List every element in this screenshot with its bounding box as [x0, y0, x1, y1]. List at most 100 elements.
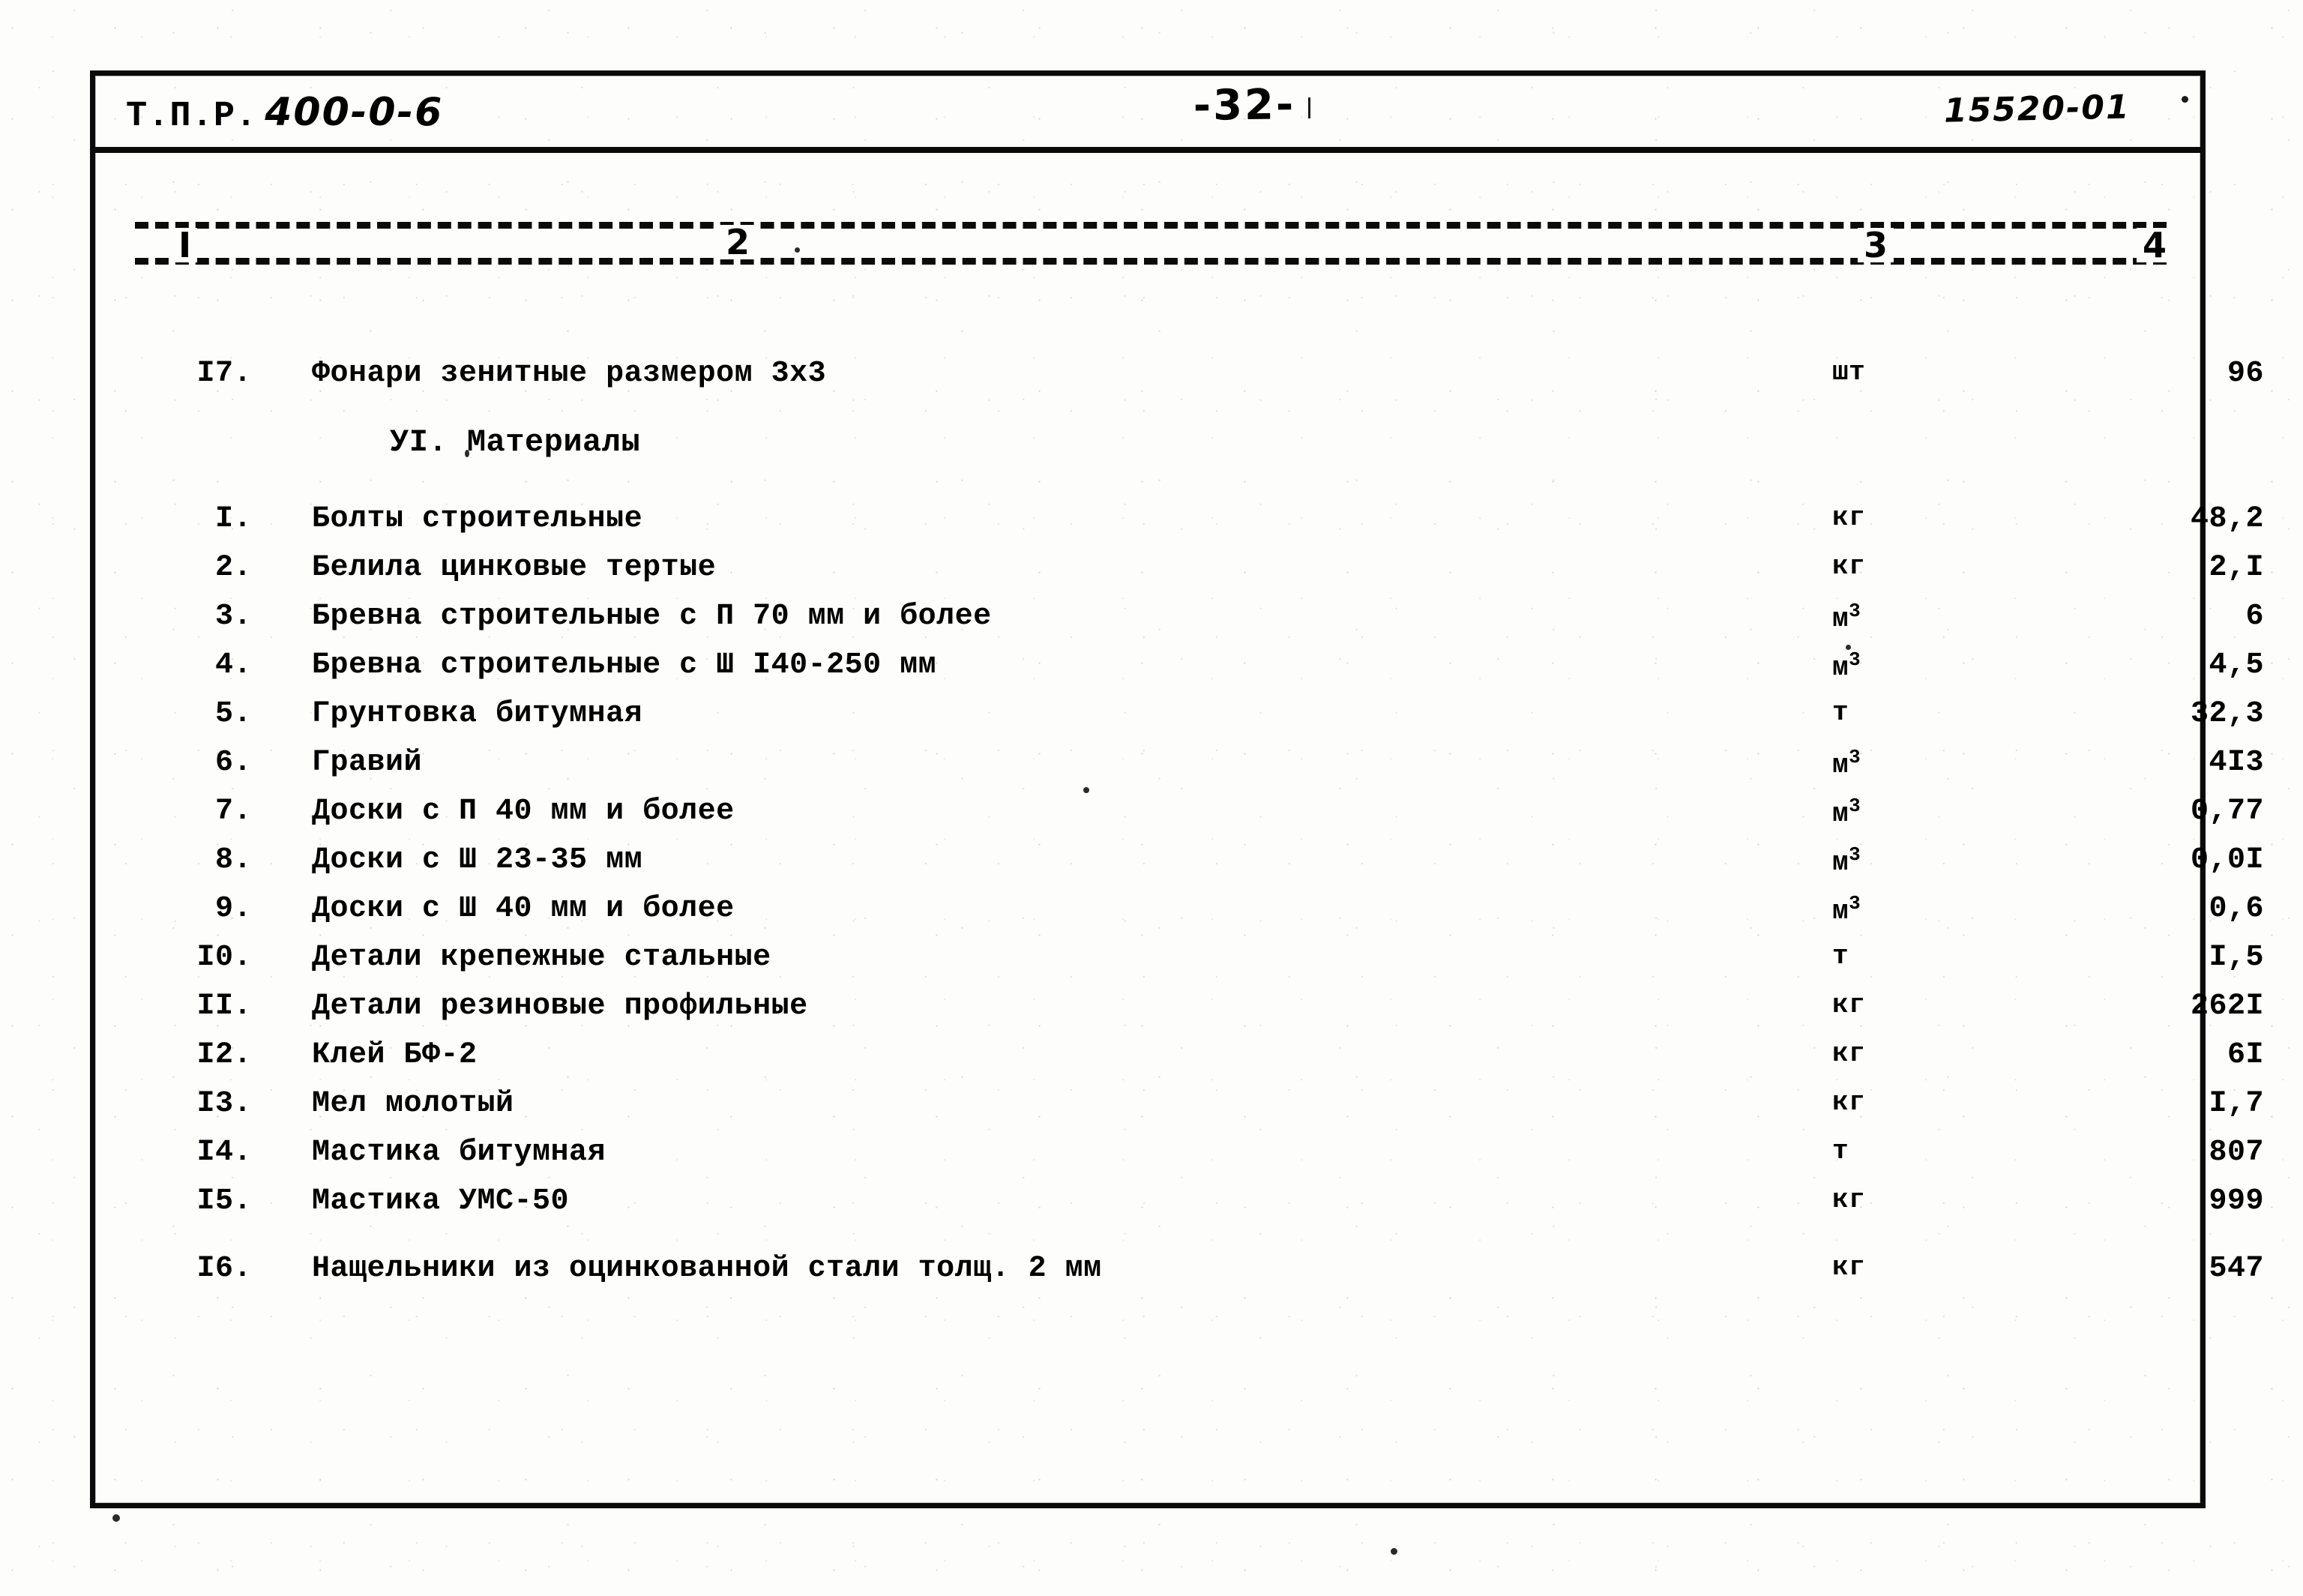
row-number: 3.	[214, 600, 252, 633]
row-number: 4.	[214, 648, 252, 682]
row-unit: м3	[1832, 746, 1945, 780]
row-name: Детали крепежные стальные	[312, 941, 771, 975]
row-name: Белила цинковые тертые	[312, 551, 717, 585]
scan-speck	[1846, 645, 1851, 650]
row-quantity: 96	[2227, 357, 2264, 391]
row-unit-exponent: 3	[1849, 892, 1861, 915]
row-quantity: 4I3	[2209, 746, 2264, 780]
row-name: Болты строительные	[312, 502, 643, 536]
row-quantity: 0,0I	[2190, 843, 2264, 877]
table-row: 9. Доски с Ш 40 мм и более м3 0,6	[90, 892, 2264, 940]
row-unit-text: т	[1832, 941, 1849, 972]
row-quantity: 807	[2209, 1136, 2264, 1169]
table-row: I2. Клей БФ-2 кг 6I	[90, 1038, 2263, 1086]
row-number: 7.	[214, 795, 252, 828]
row-unit-text: м	[1832, 603, 1849, 634]
column-header-4: 4	[2137, 228, 2173, 262]
row-quantity: I,5	[2209, 941, 2264, 975]
row-number: I0.	[196, 941, 252, 975]
table-row: 4. Бревна строительные с Ш I40-250 мм м3 4,…	[90, 648, 2264, 696]
scan-speck	[795, 247, 800, 253]
row-number: II.	[196, 990, 252, 1023]
table-row: 6. Гравий м3 4I3	[90, 746, 2264, 794]
scan-artifact-dot	[2182, 96, 2188, 103]
row-unit: т	[1832, 941, 1945, 972]
row-unit: м3	[1832, 843, 1945, 878]
column-header-2: 2	[720, 225, 756, 259]
row-number: I3.	[196, 1087, 252, 1121]
row-unit-text: кг	[1832, 551, 1866, 582]
row-unit-text: м	[1832, 652, 1849, 683]
row-unit: кг	[1832, 1184, 1945, 1215]
row-unit: кг	[1832, 1087, 1945, 1118]
row-unit: кг	[1832, 1252, 1945, 1283]
row-name: Мастика УМС-50	[312, 1184, 570, 1218]
row-quantity: 547	[2209, 1252, 2264, 1286]
row-number: I4.	[196, 1136, 252, 1169]
row-name: Мастика битумная	[312, 1136, 606, 1169]
table-row: I5. Мастика УМС-50 кг 999	[90, 1184, 2263, 1232]
row-unit-text: кг	[1832, 1038, 1866, 1069]
row-unit-text: кг	[1832, 990, 1866, 1020]
row-unit-text: шт	[1832, 357, 1866, 388]
row-unit: м3	[1832, 648, 1945, 683]
row-name: Бревна строительные с П 70 мм и более	[312, 600, 992, 633]
row-unit: т	[1832, 697, 1945, 728]
row-quantity: 0,6	[2209, 892, 2264, 926]
archive-code: 15520-01	[1943, 88, 2131, 130]
table-row: I4. Мастика битумная т 807	[90, 1136, 2263, 1184]
row-unit-text: кг	[1832, 1087, 1866, 1118]
row-quantity: 999	[2209, 1184, 2264, 1218]
scan-speck	[465, 450, 469, 457]
scan-speck	[1391, 1548, 1397, 1555]
row-unit: кг	[1832, 990, 1945, 1020]
row-number: 8.	[214, 843, 252, 877]
section-heading-title: УI. Материалы	[390, 424, 641, 460]
row-unit: м3	[1832, 795, 1945, 829]
table-row: 8. Доски с Ш 23-35 мм м3 0,0I	[90, 843, 2264, 891]
row-quantity: 2,I	[2209, 551, 2264, 585]
row-unit-text: кг	[1832, 502, 1866, 533]
row-unit-text: м	[1832, 750, 1849, 780]
table-row: 5. Грунтовка битумная т 32,3	[90, 697, 2264, 745]
scan-artifact-tick	[1308, 97, 1310, 118]
row-quantity: 6	[2245, 600, 2264, 633]
table-row: 7. Доски с П 40 мм и более м3 0,77	[90, 795, 2264, 843]
row-unit: т	[1832, 1136, 1945, 1166]
row-number: I7.	[196, 357, 252, 391]
row-unit-exponent: 3	[1849, 746, 1861, 768]
row-number: 9.	[214, 892, 252, 926]
row-name: Детали резиновые профильные	[312, 990, 808, 1023]
table-row: I3. Мел молотый кг I,7	[90, 1087, 2263, 1135]
row-name: Гравий	[312, 746, 423, 780]
row-name: Доски с Ш 40 мм и более	[312, 892, 735, 926]
row-number: I.	[214, 502, 252, 536]
row-quantity: I,7	[2209, 1087, 2264, 1121]
row-unit-exponent: 3	[1849, 843, 1861, 866]
row-unit-text: кг	[1832, 1252, 1866, 1283]
row-quantity: 262I	[2190, 990, 2264, 1023]
row-quantity: 48,2	[2190, 502, 2264, 536]
row-number: I2.	[196, 1038, 252, 1072]
row-unit: кг	[1832, 502, 1945, 533]
row-unit-text: т	[1832, 697, 1849, 728]
section-heading: УI. Материалы	[90, 424, 2206, 472]
row-name: Доски с Ш 23-35 мм	[312, 843, 643, 877]
row-name: Бревна строительные с Ш I40-250 мм	[312, 648, 937, 682]
table-row: 3. Бревна строительные с П 70 мм и более м…	[90, 600, 2264, 648]
row-unit-text: м	[1832, 896, 1849, 927]
row-name: Нащельники из оцинкованной стали толщ. 2…	[312, 1252, 1102, 1286]
row-unit-exponent: 3	[1849, 600, 1861, 622]
running-head: Т.П.Р. 400-0-6 -32- 15520-01	[90, 70, 2206, 147]
table-row: I6. Нащельники из оцинкованной стали толщ…	[90, 1252, 2263, 1300]
row-quantity: 6I	[2227, 1038, 2264, 1072]
row-unit-text: кг	[1832, 1184, 1866, 1215]
row-number: 6.	[214, 746, 252, 780]
document-code-value: 400-0-6	[265, 90, 444, 135]
row-name: Мел молотый	[312, 1087, 514, 1121]
row-unit: шт	[1832, 357, 1945, 388]
row-name: Клей БФ-2	[312, 1038, 478, 1072]
row-name: Доски с П 40 мм и более	[312, 795, 735, 828]
column-header-3: 3	[1858, 228, 1894, 262]
row-unit-text: м	[1832, 798, 1849, 829]
